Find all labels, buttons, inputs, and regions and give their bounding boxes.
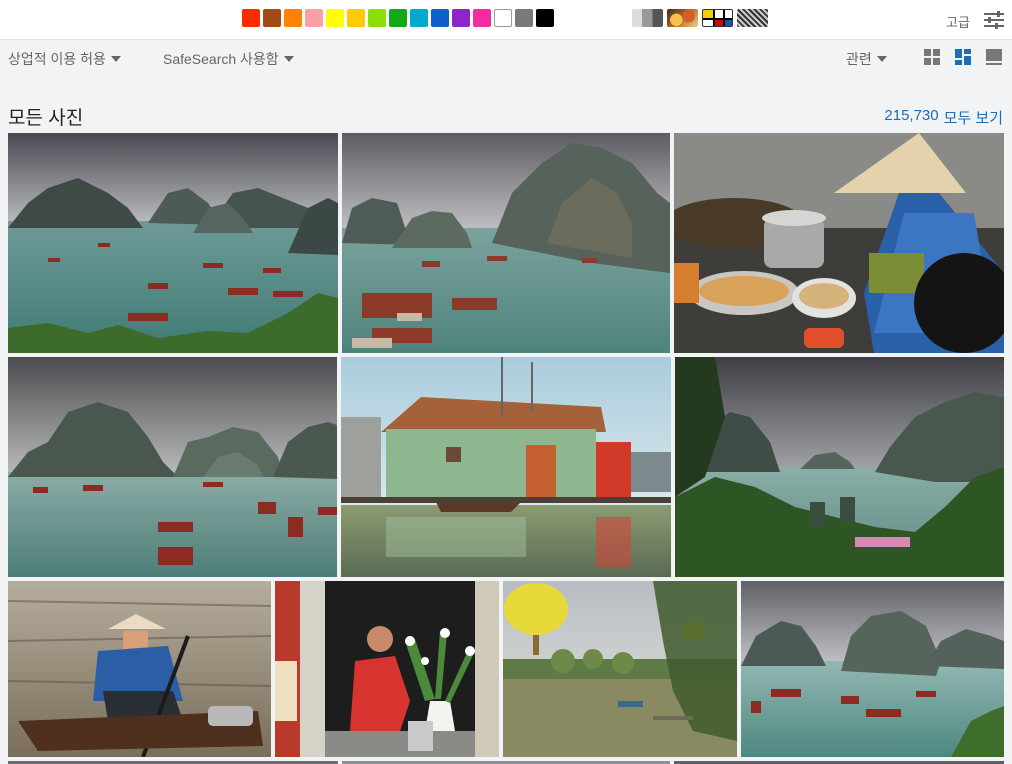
photo-thumbnail[interactable] <box>675 357 1004 577</box>
safesearch-dropdown[interactable]: SafeSearch 사용함 <box>163 49 294 69</box>
color-swatch[interactable] <box>410 9 428 27</box>
photo-thumbnail[interactable] <box>275 581 499 757</box>
photo-thumbnail[interactable] <box>8 581 271 757</box>
photo-thumbnail[interactable] <box>503 581 737 757</box>
grayscale-filter-swatch[interactable] <box>632 9 663 27</box>
bay-forest-image <box>675 357 1004 577</box>
total-count: 215,730 <box>884 107 939 124</box>
license-filter-label: 상업적 이용 허용 <box>8 51 106 67</box>
special-filters <box>632 9 768 27</box>
river-lanterns-image <box>503 581 737 757</box>
license-filter-dropdown[interactable]: 상업적 이용 허용 <box>8 49 121 69</box>
chevron-down-icon <box>110 56 121 62</box>
bay-islands-image <box>8 357 337 577</box>
woman-flowers-image <box>275 581 499 757</box>
color-swatch[interactable] <box>473 9 491 27</box>
color-swatch[interactable] <box>389 9 407 27</box>
view-all-label: 모두 보기 <box>943 110 1003 127</box>
photo-thumbnail[interactable] <box>8 133 338 353</box>
sliders-icon[interactable] <box>984 11 1004 29</box>
color-swatches <box>242 9 554 27</box>
advanced-search-link[interactable]: 고급 <box>946 12 970 31</box>
color-swatch[interactable] <box>326 9 344 27</box>
line-art-filter-swatch[interactable] <box>702 9 733 27</box>
color-swatch[interactable] <box>452 9 470 27</box>
grid-view-icon[interactable] <box>923 48 941 66</box>
color-swatch[interactable] <box>242 9 260 27</box>
color-swatch[interactable] <box>305 9 323 27</box>
color-swatch[interactable] <box>347 9 365 27</box>
photo-thumbnail[interactable] <box>341 357 671 577</box>
photo-thumbnail[interactable] <box>741 581 1004 757</box>
color-swatch[interactable] <box>368 9 386 27</box>
color-filter-bar: 고급 <box>0 0 1012 40</box>
bay-vista-image <box>741 581 1004 757</box>
section-title: 모든 사진 <box>8 108 84 129</box>
bay-boats-image <box>342 133 670 353</box>
noodle-vendor-image <box>674 133 1004 353</box>
woman-rowing-image <box>8 581 271 757</box>
bay-landscape-image <box>8 133 338 353</box>
photo-thumbnail[interactable] <box>342 133 670 353</box>
color-swatch[interactable] <box>515 9 533 27</box>
color-swatch[interactable] <box>536 9 554 27</box>
detail-view-icon[interactable] <box>985 48 1003 66</box>
color-swatch[interactable] <box>431 9 449 27</box>
chevron-down-icon <box>283 56 294 62</box>
floating-house-image <box>341 357 671 577</box>
view-all-link[interactable]: 215,730 모두 보기 <box>884 107 1003 128</box>
color-swatch[interactable] <box>494 9 512 27</box>
full-color-filter-swatch[interactable] <box>667 9 698 27</box>
color-swatch[interactable] <box>284 9 302 27</box>
sort-dropdown[interactable]: 관련 <box>846 49 887 69</box>
sort-label: 관련 <box>846 51 872 67</box>
filters-row: 상업적 이용 허용 SafeSearch 사용함 관련 <box>0 40 1012 74</box>
mosaic-view-icon[interactable] <box>954 48 972 66</box>
photo-thumbnail[interactable] <box>674 133 1004 353</box>
pattern-filter-swatch[interactable] <box>737 9 768 27</box>
safesearch-label: SafeSearch 사용함 <box>163 51 279 67</box>
chevron-down-icon <box>876 56 887 62</box>
color-swatch[interactable] <box>263 9 281 27</box>
photo-thumbnail[interactable] <box>8 357 337 577</box>
